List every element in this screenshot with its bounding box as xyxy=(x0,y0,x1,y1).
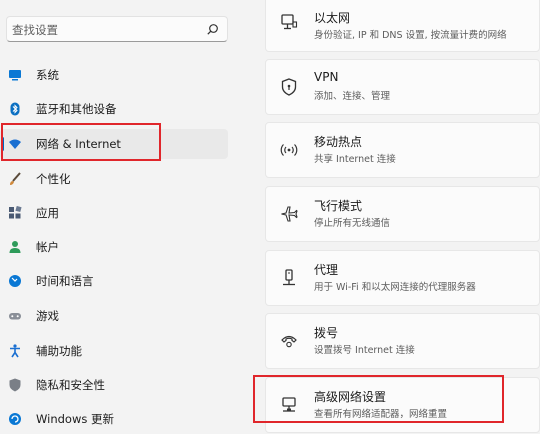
card-title: 飞行模式 xyxy=(314,199,363,213)
bluetooth-icon xyxy=(8,102,22,116)
ethernet-icon xyxy=(280,13,298,31)
sidebar-item-label: 时间和语言 xyxy=(36,274,94,288)
monitor-icon xyxy=(8,68,22,82)
card-ethernet[interactable]: 以太网 身份验证, IP 和 DNS 设置, 按流量计费的网络 xyxy=(265,0,540,52)
airplane-icon xyxy=(280,205,298,223)
globe-clock-icon xyxy=(8,274,22,288)
card-subtitle: 设置拨号 Internet 连接 xyxy=(314,345,415,356)
card-subtitle: 共享 Internet 连接 xyxy=(314,154,396,165)
sidebar-item-label: 系统 xyxy=(36,68,59,82)
gamepad-icon xyxy=(8,309,22,323)
card-subtitle: 身份验证, IP 和 DNS 设置, 按流量计费的网络 xyxy=(314,30,507,41)
card-title: 代理 xyxy=(314,263,339,277)
annotation-highlight-network xyxy=(1,123,161,161)
card-vpn[interactable]: VPN 添加、连接、管理 xyxy=(265,59,540,115)
sidebar-item-label: 个性化 xyxy=(36,172,71,186)
card-title: 以太网 xyxy=(314,11,351,25)
sidebar-item-accounts[interactable]: 帐户 xyxy=(0,232,228,262)
card-subtitle: 用于 Wi-Fi 和以太网连接的代理服务器 xyxy=(314,282,476,293)
card-title: 移动热点 xyxy=(314,135,363,149)
search-input[interactable]: 查找设置 xyxy=(6,16,228,42)
card-proxy[interactable]: 代理 用于 Wi-Fi 和以太网连接的代理服务器 xyxy=(265,250,540,306)
sidebar-item-privacy[interactable]: 隐私和安全性 xyxy=(0,370,228,400)
sidebar-item-label: 应用 xyxy=(36,206,59,220)
card-title: VPN xyxy=(314,70,339,84)
card-dial-up[interactable]: 拨号 设置拨号 Internet 连接 xyxy=(265,313,540,369)
dialup-icon xyxy=(280,332,298,350)
card-mobile-hotspot[interactable]: 移动热点 共享 Internet 连接 xyxy=(265,122,540,178)
sidebar-item-system[interactable]: 系统 xyxy=(0,60,228,90)
card-subtitle: 停止所有无线通信 xyxy=(314,218,391,229)
hotspot-icon xyxy=(280,141,298,159)
card-subtitle: 添加、连接、管理 xyxy=(314,91,391,102)
sidebar-item-windows-update[interactable]: Windows 更新 xyxy=(0,404,228,434)
accessibility-icon xyxy=(8,344,22,358)
sidebar-item-personalization[interactable]: 个性化 xyxy=(0,164,228,194)
sidebar-item-label: 帐户 xyxy=(36,240,59,254)
sidebar-item-label: 游戏 xyxy=(36,309,59,323)
sidebar-item-gaming[interactable]: 游戏 xyxy=(0,301,228,331)
proxy-icon xyxy=(280,269,298,287)
sidebar-item-label: Windows 更新 xyxy=(36,412,114,426)
shield-icon xyxy=(8,378,22,392)
sidebar-item-label: 辅助功能 xyxy=(36,344,82,358)
apps-icon xyxy=(8,206,22,220)
vpn-shield-icon xyxy=(280,78,298,96)
sidebar-item-label: 蓝牙和其他设备 xyxy=(36,102,117,116)
card-title: 拨号 xyxy=(314,326,339,340)
search-icon[interactable] xyxy=(206,23,219,36)
brush-icon xyxy=(8,172,22,186)
update-icon xyxy=(8,412,22,426)
search-placeholder: 查找设置 xyxy=(12,23,58,37)
annotation-highlight-advanced xyxy=(253,375,504,423)
account-icon xyxy=(8,240,22,254)
sidebar-item-time-language[interactable]: 时间和语言 xyxy=(0,266,228,296)
sidebar-item-accessibility[interactable]: 辅助功能 xyxy=(0,336,228,366)
sidebar-item-apps[interactable]: 应用 xyxy=(0,198,228,228)
sidebar-item-label: 隐私和安全性 xyxy=(36,378,105,392)
card-airplane-mode[interactable]: 飞行模式 停止所有无线通信 xyxy=(265,186,540,242)
sidebar-item-bluetooth[interactable]: 蓝牙和其他设备 xyxy=(0,94,228,124)
